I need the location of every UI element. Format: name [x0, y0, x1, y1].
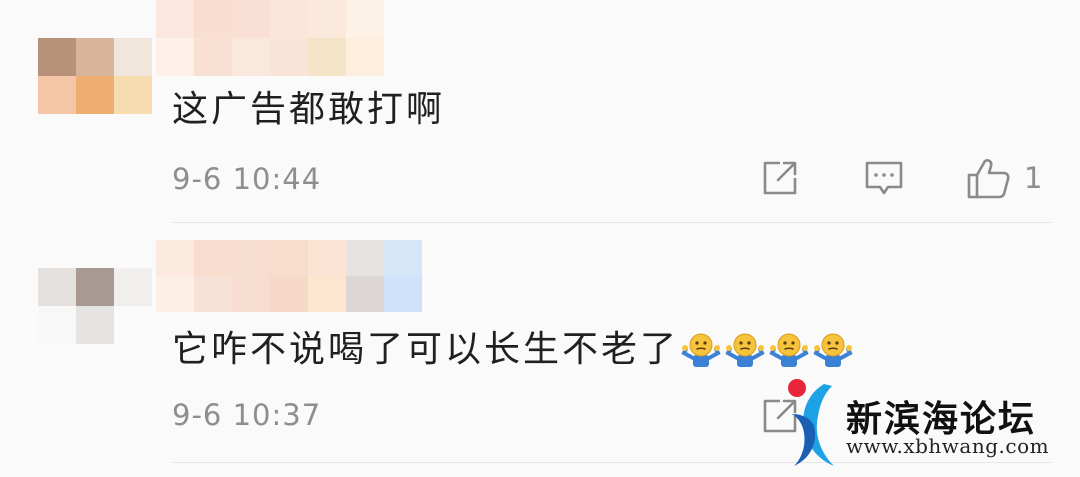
mosaic-tile — [76, 76, 114, 114]
mosaic-tile — [384, 276, 422, 312]
mosaic-tile — [232, 38, 270, 76]
avatar[interactable] — [38, 38, 152, 114]
mosaic-tile — [38, 38, 76, 76]
mosaic-tile — [270, 276, 308, 312]
share-button[interactable] — [760, 396, 800, 436]
mosaic-tile — [346, 38, 384, 76]
mosaic-tile — [38, 306, 76, 344]
mosaic-tile — [270, 0, 308, 38]
like-button[interactable]: 1 — [966, 156, 1042, 200]
mosaic-tile — [270, 38, 308, 76]
reply-button[interactable] — [864, 158, 904, 198]
mosaic-tile — [114, 306, 152, 344]
mosaic-tile — [384, 240, 422, 276]
share-button[interactable] — [760, 158, 800, 198]
comment-text: 它咋不说喝了可以长生不老了 — [172, 320, 853, 372]
username[interactable] — [156, 0, 384, 76]
shrug-emoji — [769, 331, 809, 371]
mosaic-tile — [76, 306, 114, 344]
comment-item-1: 这广告都敢打啊 9-6 10:44 1 — [0, 0, 1080, 232]
mosaic-tile — [76, 38, 114, 76]
mosaic-tile — [114, 268, 152, 306]
mosaic-tile — [346, 240, 384, 276]
mosaic-tile — [194, 240, 232, 276]
mosaic-tile — [156, 276, 194, 312]
emoji-row — [681, 331, 853, 371]
mosaic-tile — [194, 0, 232, 38]
mosaic-tile — [156, 38, 194, 76]
reply-icon — [865, 161, 903, 195]
comment-text-content: 它咋不说喝了可以长生不老了 — [172, 329, 680, 370]
mosaic-tile — [308, 0, 346, 38]
mosaic-tile — [38, 268, 76, 306]
mosaic-tile — [232, 0, 270, 38]
mosaic-tile — [346, 0, 384, 38]
mosaic-tile — [194, 38, 232, 76]
mosaic-tile — [76, 268, 114, 306]
mosaic-tile — [38, 76, 76, 114]
comment-timestamp: 9-6 10:44 — [172, 162, 322, 196]
share-icon — [763, 399, 797, 433]
divider — [172, 462, 1052, 463]
mosaic-tile — [114, 76, 152, 114]
mosaic-tile — [308, 240, 346, 276]
comment-item-2: 它咋不说喝了可以长生不老了 9-6 10:37 — [0, 232, 1080, 477]
mosaic-tile — [156, 0, 194, 38]
mosaic-tile — [270, 240, 308, 276]
share-icon — [763, 161, 797, 195]
thumbs-up-icon — [967, 159, 1010, 199]
mosaic-tile — [308, 38, 346, 76]
shrug-emoji — [725, 331, 765, 371]
divider — [172, 222, 1052, 223]
comment-timestamp: 9-6 10:37 — [172, 398, 322, 432]
mosaic-tile — [194, 276, 232, 312]
mosaic-tile — [232, 240, 270, 276]
mosaic-tile — [232, 276, 270, 312]
shrug-emoji — [813, 331, 853, 371]
mosaic-tile — [346, 276, 384, 312]
comment-text: 这广告都敢打啊 — [172, 89, 446, 130]
username[interactable] — [156, 240, 422, 312]
mosaic-tile — [156, 240, 194, 276]
mosaic-tile — [114, 38, 152, 76]
shrug-emoji — [681, 331, 721, 371]
like-count: 1 — [1024, 161, 1043, 195]
avatar[interactable] — [38, 268, 152, 344]
mosaic-tile — [308, 276, 346, 312]
